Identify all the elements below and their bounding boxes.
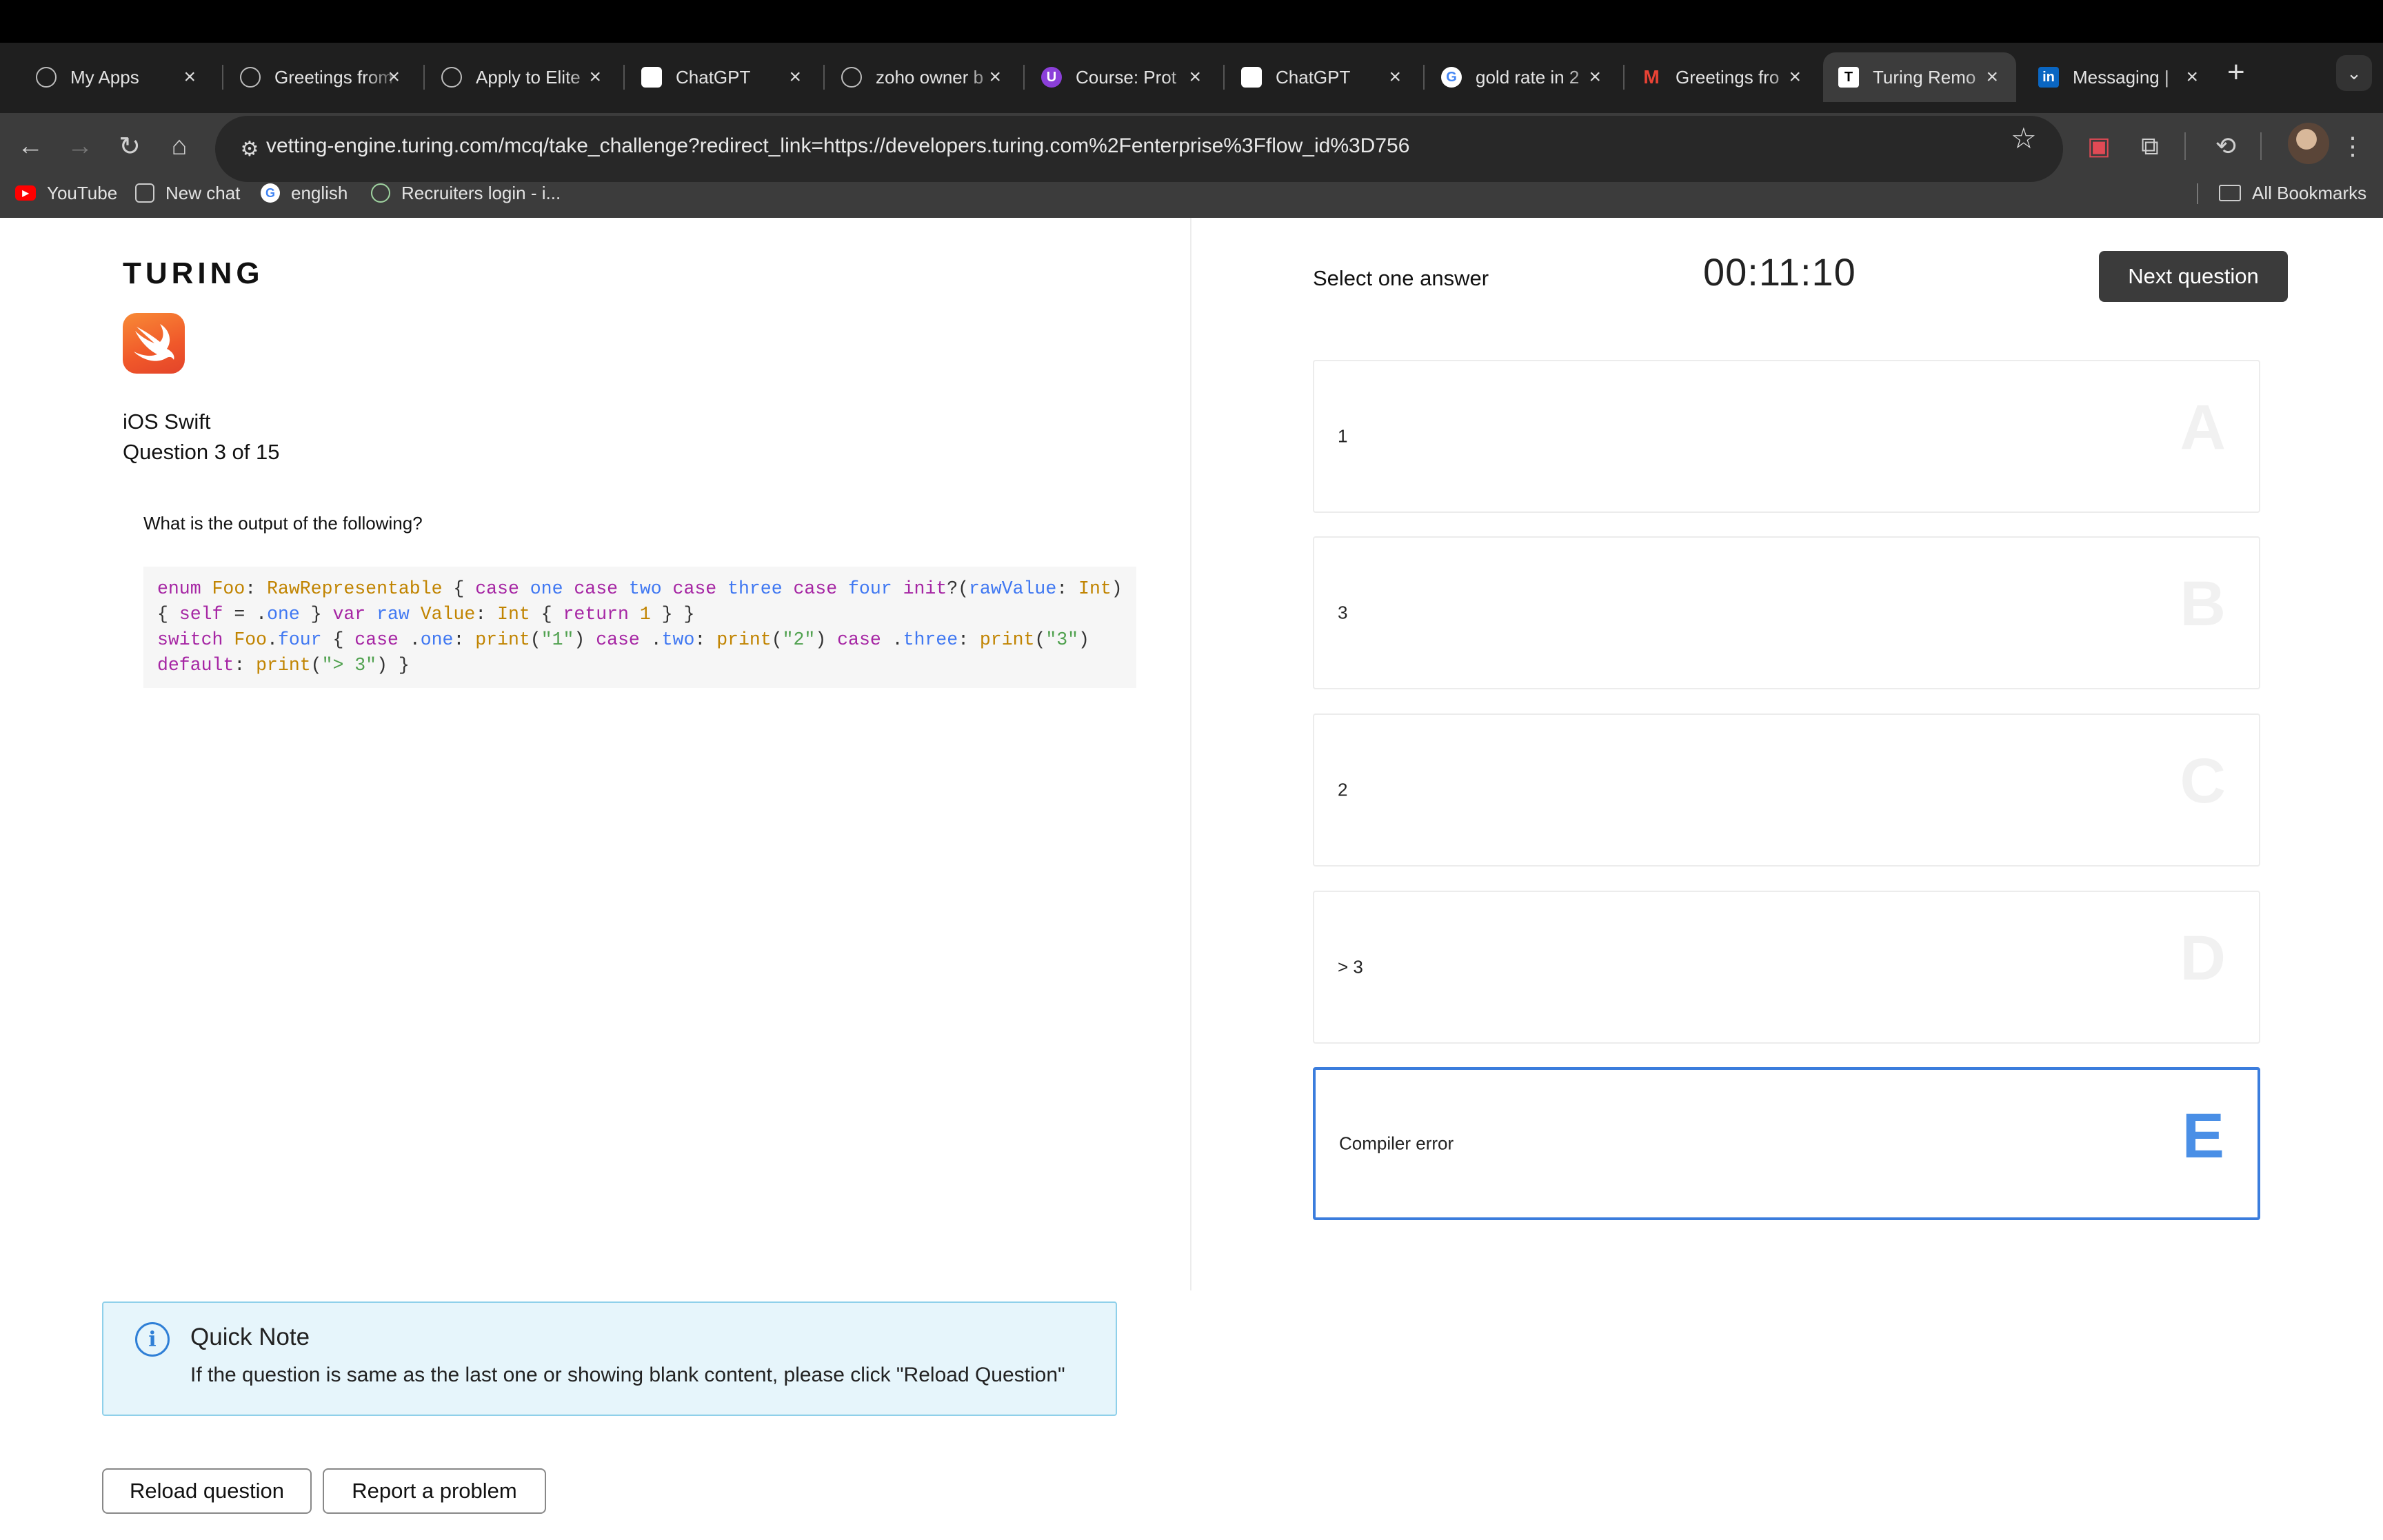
info-icon: i [135, 1322, 170, 1357]
apps-icon [36, 67, 57, 88]
chatgpt-icon [135, 183, 154, 203]
tab-search-icon[interactable]: ⌄ [2336, 55, 2372, 91]
perplexity-icon [841, 67, 862, 88]
swift-logo-icon [123, 313, 185, 374]
next-question-button[interactable]: Next question [2099, 251, 2288, 302]
code-line: { self = .one } var raw Value: Int { ret… [157, 604, 695, 625]
option-text: Compiler error [1339, 1133, 1454, 1154]
tab-strip: My Apps × Greetings from × Apply to Elit… [0, 43, 2383, 113]
extensions-puzzle-icon[interactable]: ⧉ [2128, 124, 2172, 168]
answer-option-e[interactable]: Compiler error E [1313, 1067, 2260, 1220]
option-letter: B [2180, 569, 2226, 639]
tab-gold-rate[interactable]: G gold rate in 2 × [1426, 52, 1619, 102]
tab-chatgpt-1[interactable]: ChatGPT × [626, 52, 819, 102]
answer-option-b[interactable]: 3 B [1313, 536, 2260, 689]
option-text: 1 [1338, 425, 1348, 447]
close-tab-icon[interactable]: × [1789, 65, 1801, 89]
chatgpt-icon [1241, 67, 1262, 88]
tab-greetings-1[interactable]: Greetings from × [225, 52, 418, 102]
tab-chatgpt-2[interactable]: ChatGPT × [1226, 52, 1419, 102]
reload-icon[interactable]: ↻ [105, 121, 154, 171]
history-icon[interactable]: ⟲ [2204, 124, 2248, 168]
bookmarks-bar [0, 185, 2383, 218]
tab-turing-remote[interactable]: T Turing Remo × [1823, 52, 2016, 102]
close-tab-icon[interactable]: × [1389, 65, 1401, 89]
tab-my-apps[interactable]: My Apps × [21, 52, 214, 102]
tab-greetings-2[interactable]: M Greetings fro × [1626, 52, 1819, 102]
home-icon[interactable]: ⌂ [154, 121, 204, 171]
tab-apply-elite[interactable]: Apply to Elite × [426, 52, 619, 102]
folder-icon [2219, 185, 2241, 201]
bookmark-youtube[interactable]: ▶ YouTube [15, 181, 117, 205]
code-line: switch Foo.four { case .one: print("1") … [157, 629, 1089, 650]
tab-zoho[interactable]: zoho owner b × [826, 52, 1019, 102]
browser-menu-icon[interactable]: ⋮ [2331, 124, 2375, 168]
option-text: > 3 [1338, 956, 1363, 977]
code-line: default: print("> 3") } [157, 655, 410, 676]
turing-icon [441, 67, 462, 88]
chatgpt-icon [240, 67, 261, 88]
code-line: enum Foo: RawRepresentable { case one ca… [157, 578, 1123, 599]
note-body: If the question is same as the last one … [190, 1364, 1065, 1386]
close-tab-icon[interactable]: × [1189, 65, 1201, 89]
recruiters-icon [371, 183, 390, 203]
report-problem-button[interactable]: Report a problem [323, 1468, 546, 1514]
extension-icon[interactable]: ▣ [2077, 124, 2121, 168]
forward-icon[interactable]: → [55, 121, 105, 171]
site-info-icon[interactable]: ⚙ [228, 127, 272, 171]
back-icon[interactable]: ← [6, 121, 55, 171]
turing-icon: T [1838, 67, 1859, 88]
bookmark-new-chat[interactable]: New chat [135, 181, 240, 205]
option-text: 2 [1338, 779, 1348, 800]
topic-label: iOS Swift [123, 409, 211, 434]
new-tab-button[interactable]: + [2227, 55, 2245, 90]
close-tab-icon[interactable]: × [789, 65, 801, 89]
close-tab-icon[interactable]: × [989, 65, 1001, 89]
bookmark-english[interactable]: G english [261, 181, 348, 205]
close-tab-icon[interactable]: × [1589, 65, 1601, 89]
question-text: What is the output of the following? [143, 513, 423, 534]
note-title: Quick Note [190, 1324, 310, 1350]
answer-option-a[interactable]: 1 A [1313, 360, 2260, 513]
google-icon: G [261, 183, 280, 203]
option-letter: D [2180, 923, 2226, 993]
turing-logo: TURING [123, 256, 264, 290]
close-tab-icon[interactable]: × [2186, 65, 2198, 89]
bookmark-recruiters[interactable]: Recruiters login - i... [371, 181, 561, 205]
bookmark-star-icon[interactable]: ☆ [2011, 121, 2037, 155]
youtube-icon: ▶ [15, 185, 36, 201]
linkedin-icon: in [2038, 67, 2059, 88]
answer-option-d[interactable]: > 3 D [1313, 891, 2260, 1044]
option-text: 3 [1338, 602, 1348, 623]
google-icon: G [1441, 67, 1462, 88]
close-tab-icon[interactable]: × [1986, 65, 1998, 89]
close-tab-icon[interactable]: × [388, 65, 400, 89]
reload-question-button[interactable]: Reload question [102, 1468, 312, 1514]
option-letter: A [2180, 392, 2226, 463]
course-icon: U [1041, 67, 1062, 88]
close-tab-icon[interactable]: × [589, 65, 601, 89]
chatgpt-icon [641, 67, 662, 88]
gmail-icon: M [1643, 66, 1660, 88]
tab-messaging[interactable]: in Messaging | × [2023, 52, 2216, 102]
answer-instruction: Select one answer [1313, 266, 1489, 290]
url-text[interactable]: vetting-engine.turing.com/mcq/take_chall… [266, 131, 1409, 161]
profile-avatar[interactable] [2288, 123, 2329, 164]
tab-course[interactable]: U Course: Prot × [1026, 52, 1219, 102]
quick-note [102, 1301, 1117, 1416]
code-block: enum Foo: RawRepresentable { case one ca… [143, 567, 1136, 688]
answer-option-c[interactable]: 2 C [1313, 713, 2260, 867]
close-tab-icon[interactable]: × [183, 65, 196, 89]
option-letter: E [2182, 1101, 2224, 1171]
window-titlebar [0, 0, 2383, 43]
panel-divider [1190, 218, 1192, 1290]
question-progress: Question 3 of 15 [123, 440, 280, 464]
countdown-timer: 00:11:10 [1703, 250, 1856, 294]
option-letter: C [2180, 746, 2226, 816]
all-bookmarks[interactable]: All Bookmarks [2219, 181, 2366, 205]
